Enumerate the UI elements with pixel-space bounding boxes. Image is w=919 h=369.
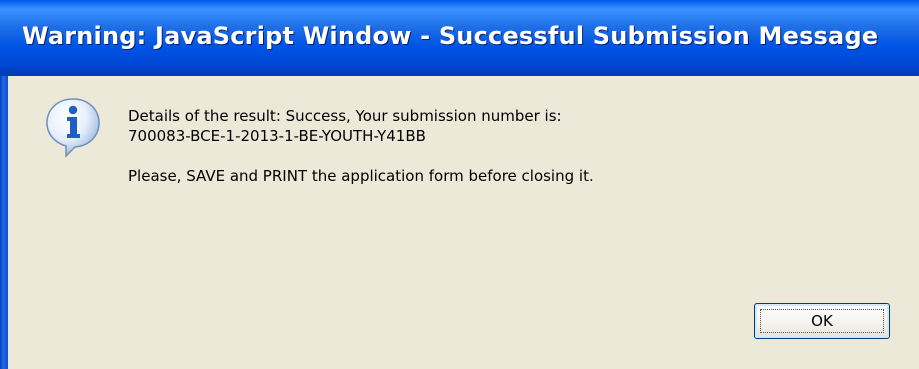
message-text: Details of the result: Success, Your sub… [128,106,594,186]
title-bar[interactable]: Warning: JavaScript Window - Successful … [0,0,919,76]
ok-button[interactable]: OK [754,303,890,339]
window-title: Warning: JavaScript Window - Successful … [22,22,879,50]
dialog-body: Details of the result: Success, Your sub… [8,76,919,369]
dialog-window: Warning: JavaScript Window - Successful … [0,0,919,369]
submission-number: 700083-BCE-1-2013-1-BE-YOUTH-Y41BB [128,127,426,145]
message-line-instruction: Please, SAVE and PRINT the application f… [128,167,594,185]
ok-button-label: OK [811,312,833,330]
info-balloon-icon [46,98,100,158]
message-spacer [128,146,594,166]
window-left-border [0,76,8,369]
message-line-result: Details of the result: Success, Your sub… [128,107,562,125]
